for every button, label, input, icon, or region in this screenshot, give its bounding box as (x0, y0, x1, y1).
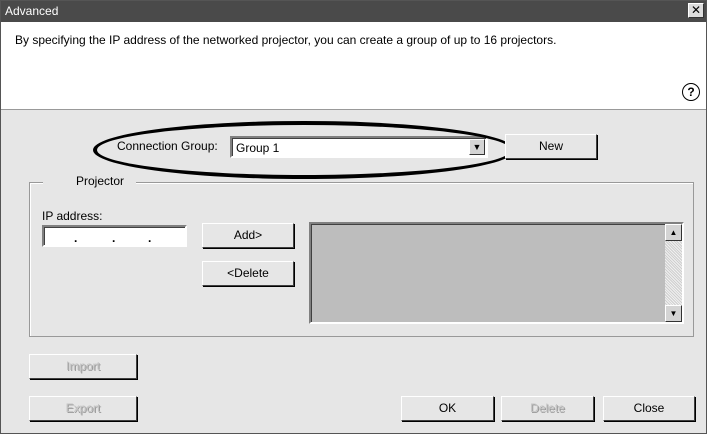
help-icon[interactable]: ? (682, 83, 700, 101)
title-bar: Advanced ✕ (1, 1, 706, 22)
ok-button[interactable]: OK (401, 396, 494, 421)
ip-octet-separator: . (74, 231, 78, 245)
dialog-title: Advanced (5, 4, 59, 18)
advanced-dialog: Advanced ✕ By specifying the IP address … (0, 0, 707, 434)
add-projector-button[interactable]: Add> (202, 223, 294, 248)
close-button[interactable]: Close (603, 396, 695, 421)
highlight-ellipse (93, 121, 515, 179)
list-scrollbar[interactable]: ▲ ▼ (665, 224, 682, 322)
ip-address-label: IP address: (42, 209, 103, 223)
ip-octet-separator: . (112, 231, 116, 245)
close-icon[interactable]: ✕ (688, 3, 704, 18)
ip-octet-separator: . (148, 231, 152, 245)
projector-list[interactable]: ▲ ▼ (309, 222, 684, 324)
ip-address-field[interactable]: . . . (42, 225, 187, 247)
description-text: By specifying the IP address of the netw… (15, 33, 557, 47)
scroll-up-icon[interactable]: ▲ (665, 224, 682, 241)
delete-projector-button[interactable]: <Delete (202, 261, 294, 286)
export-button[interactable]: Export (29, 396, 137, 421)
new-group-button[interactable]: New (505, 134, 597, 159)
scroll-down-icon[interactable]: ▼ (665, 305, 682, 322)
delete-group-button[interactable]: Delete (501, 396, 594, 421)
import-button[interactable]: Import (29, 354, 137, 379)
projector-caption: Projector (43, 174, 137, 188)
